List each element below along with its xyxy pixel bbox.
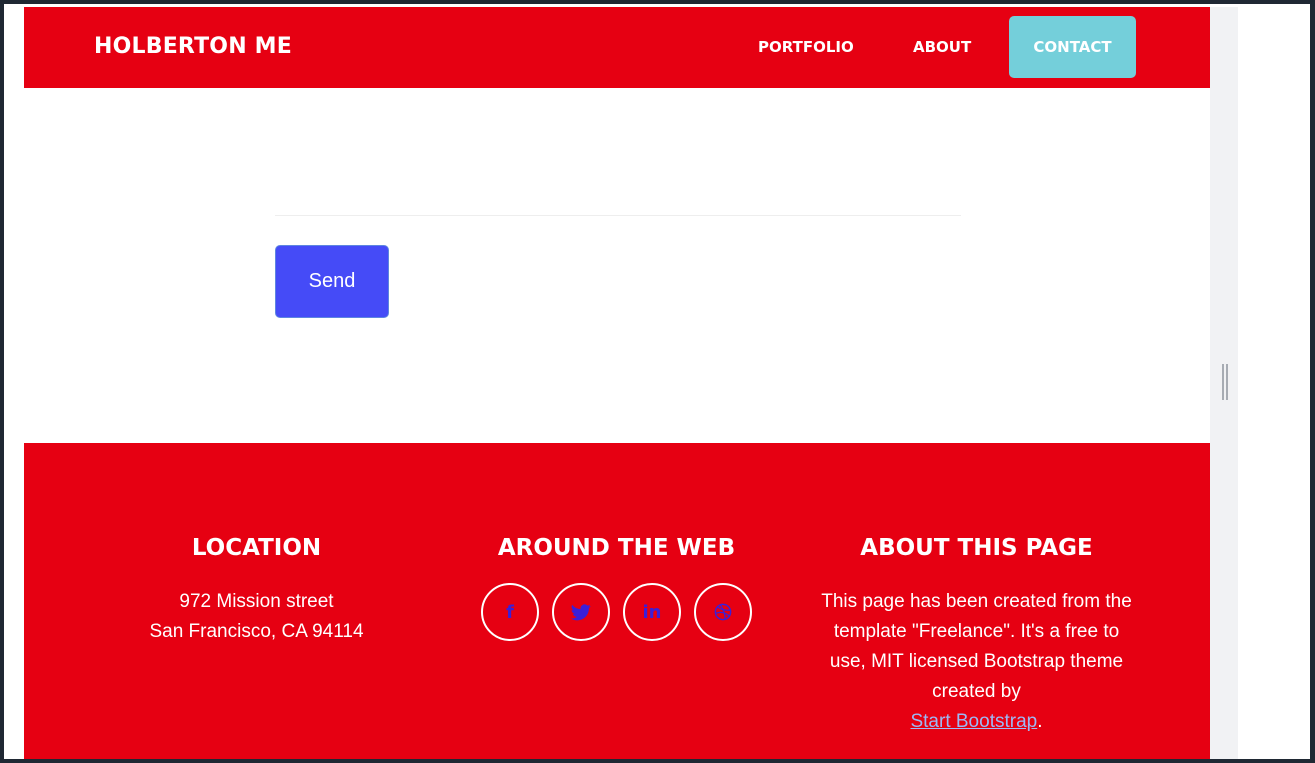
nav-contact[interactable]: CONTACT [1009,16,1136,78]
browser-frame: HOLBERTON ME PORTFOLIO ABOUT CONTACT Sen… [4,4,1310,759]
nav-portfolio[interactable]: PORTFOLIO [758,38,854,56]
facebook-glyph: f [506,601,514,623]
twitter-bird-shape [571,603,591,620]
start-bootstrap-link[interactable]: Start Bootstrap [910,711,1037,732]
about-trailing: . [1037,711,1043,732]
facebook-icon[interactable]: f [481,583,539,641]
around-the-web-title: AROUND THE WEB [497,535,736,561]
message-field-underline[interactable] [275,215,961,216]
about-description: This page has been created from the temp… [821,591,1132,702]
about-text: This page has been created from the temp… [814,587,1139,737]
address: 972 Mission street San Francisco, CA 941… [124,587,389,647]
resize-handle[interactable] [1222,364,1228,400]
about-page-title: ABOUT THIS PAGE [860,535,1093,561]
linkedin-icon[interactable]: in [623,583,681,641]
splitter-track [1210,7,1238,759]
navbar: HOLBERTON ME PORTFOLIO ABOUT CONTACT [24,7,1210,88]
footer: LOCATION 972 Mission street San Francisc… [24,443,1210,759]
dribbble-ball-shape [714,603,732,621]
linkedin-glyph: in [642,601,662,623]
page-viewport: HOLBERTON ME PORTFOLIO ABOUT CONTACT Sen… [24,7,1210,759]
social-links: f in [474,583,759,641]
footer-location: LOCATION 972 Mission street San Francisc… [124,535,389,647]
address-line-2: San Francisco, CA 94114 [149,621,364,642]
footer-around-the-web: AROUND THE WEB f in [474,535,759,641]
location-title: LOCATION [191,535,322,561]
footer-about: ABOUT THIS PAGE This page has been creat… [814,535,1139,737]
twitter-icon[interactable] [552,583,610,641]
send-button[interactable]: Send [275,245,389,318]
brand-logo[interactable]: HOLBERTON ME [94,34,292,59]
address-line-1: 972 Mission street [179,591,334,612]
dribbble-icon[interactable] [694,583,752,641]
nav-about[interactable]: ABOUT [913,38,971,56]
